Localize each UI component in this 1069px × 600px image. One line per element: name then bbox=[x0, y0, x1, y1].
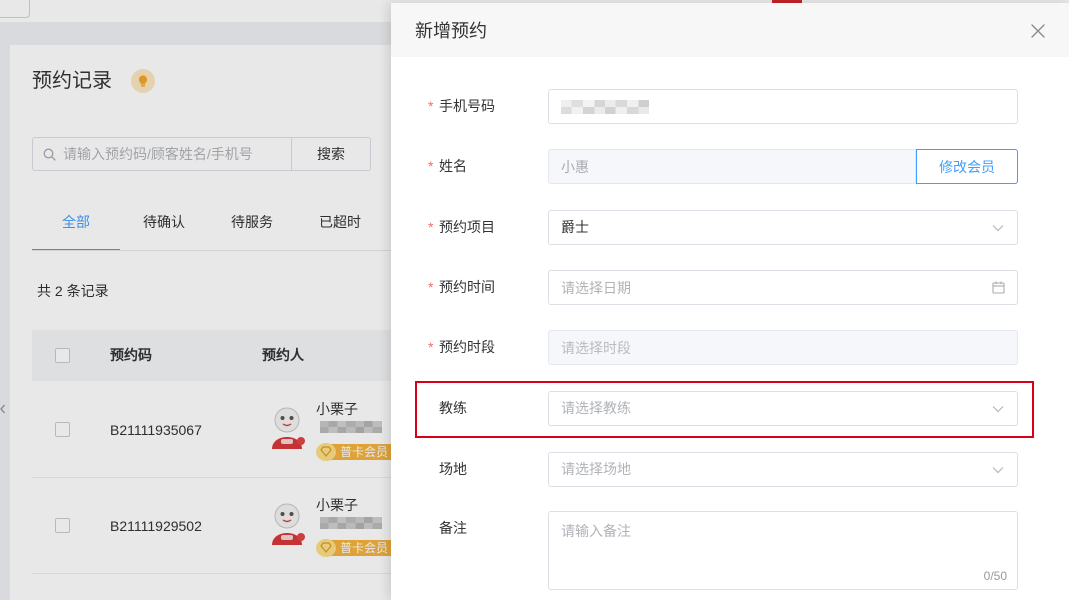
form-row-venue: 场地 请选择场地 bbox=[391, 452, 1069, 487]
date-picker[interactable] bbox=[548, 270, 1018, 305]
date-label-text: 预约时间 bbox=[439, 279, 495, 295]
chevron-down-icon[interactable] bbox=[992, 224, 1004, 232]
required-mark: * bbox=[428, 219, 434, 235]
remark-field: 0/50 bbox=[548, 511, 1018, 590]
form-row-project: * 预约项目 爵士 bbox=[391, 210, 1069, 245]
chevron-down-icon[interactable] bbox=[992, 405, 1004, 413]
close-icon[interactable] bbox=[1031, 24, 1045, 38]
change-member-button[interactable]: 修改会员 bbox=[916, 149, 1018, 184]
name-input bbox=[549, 150, 915, 183]
drawer-title: 新增预约 bbox=[415, 21, 487, 41]
venue-label: 场地 bbox=[439, 461, 467, 477]
name-label-text: 姓名 bbox=[439, 158, 467, 174]
slot-label-text: 预约时段 bbox=[439, 339, 495, 355]
project-select[interactable]: 爵士 bbox=[548, 210, 1018, 245]
form-row-slot: * 预约时段 bbox=[391, 330, 1069, 365]
venue-placeholder: 请选择场地 bbox=[561, 461, 631, 477]
form-row-date: * 预约时间 bbox=[391, 270, 1069, 305]
form-row-remark: 备注 0/50 bbox=[391, 511, 1069, 590]
calendar-icon[interactable] bbox=[992, 281, 1005, 294]
venue-select[interactable]: 请选择场地 bbox=[548, 452, 1018, 487]
required-mark: * bbox=[428, 339, 434, 355]
project-label: * 预约项目 bbox=[428, 210, 495, 245]
slot-label: * 预约时段 bbox=[428, 330, 495, 365]
remark-char-counter: 0/50 bbox=[983, 569, 1007, 583]
blurred-phone-value bbox=[561, 100, 649, 114]
coach-placeholder: 请选择教练 bbox=[561, 400, 631, 416]
form-row-coach: 教练 请选择教练 bbox=[391, 391, 1069, 426]
form-row-name: * 姓名 修改会员 bbox=[391, 149, 1069, 184]
form-row-phone: * 手机号码 bbox=[391, 89, 1069, 124]
remark-textarea[interactable] bbox=[549, 512, 1017, 589]
project-label-text: 预约项目 bbox=[439, 219, 495, 235]
required-mark: * bbox=[428, 98, 434, 114]
phone-field[interactable] bbox=[548, 89, 1018, 124]
phone-label-text: 手机号码 bbox=[439, 98, 495, 114]
date-label: * 预约时间 bbox=[428, 270, 495, 305]
drawer-header: 新增预约 bbox=[391, 3, 1069, 57]
slot-input bbox=[549, 331, 1017, 364]
phone-label: * 手机号码 bbox=[428, 89, 495, 124]
required-mark: * bbox=[428, 279, 434, 295]
required-mark: * bbox=[428, 158, 434, 174]
project-selected-value: 爵士 bbox=[561, 219, 589, 235]
remark-label: 备注 bbox=[439, 520, 467, 536]
name-field bbox=[548, 149, 916, 184]
new-appointment-drawer: 新增预约 * 手机号码 * 姓名 修改会员 * 预约项目 爵士 bbox=[391, 3, 1069, 600]
chevron-down-icon[interactable] bbox=[992, 466, 1004, 474]
coach-select[interactable]: 请选择教练 bbox=[548, 391, 1018, 426]
date-input[interactable] bbox=[549, 271, 1017, 304]
slot-field bbox=[548, 330, 1018, 365]
coach-label: 教练 bbox=[439, 400, 467, 416]
name-label: * 姓名 bbox=[428, 149, 467, 184]
